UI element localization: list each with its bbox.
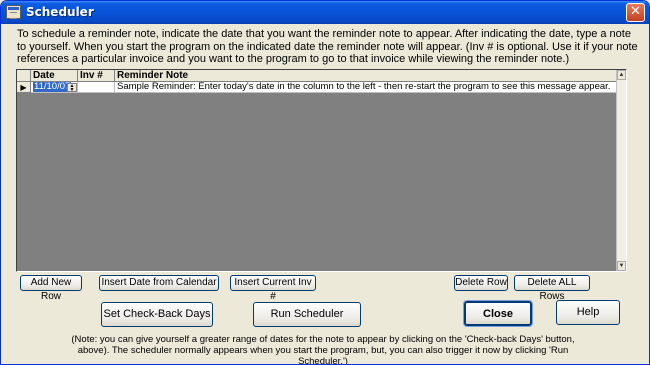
instructions-text: To schedule a reminder note, indicate th…	[17, 28, 638, 65]
header-corner	[17, 70, 31, 82]
delete-row-button[interactable]: Delete Row	[454, 275, 508, 291]
column-header-note[interactable]: Reminder Note	[115, 70, 617, 82]
reminder-grid: Date Inv # Reminder Note ▶ 11/10/07 ▲ ▼ S…	[16, 69, 627, 272]
date-value: 11/10/07	[33, 82, 72, 92]
insert-date-button[interactable]: Insert Date from Calendar	[99, 275, 219, 291]
scheduler-window-icon	[6, 5, 21, 19]
scheduler-window: Scheduler ✕ To schedule a reminder note,…	[0, 0, 650, 365]
note-cell[interactable]: Sample Reminder: Enter today's date in t…	[115, 82, 617, 93]
footer-note: (Note: you can give yourself a greater r…	[71, 334, 575, 365]
scroll-down-arrow-icon[interactable]: ▼	[617, 261, 626, 271]
delete-all-rows-button[interactable]: Delete ALL Rows	[514, 275, 590, 302]
scroll-up-arrow-icon[interactable]: ▲	[617, 70, 626, 80]
close-icon[interactable]: ✕	[626, 3, 645, 22]
close-button[interactable]: Close	[463, 300, 533, 327]
vertical-scrollbar[interactable]: ▲ ▼	[616, 70, 626, 271]
run-scheduler-button[interactable]: Run Scheduler	[253, 302, 361, 327]
inv-cell[interactable]	[78, 82, 115, 93]
add-new-row-button[interactable]: Add New Row	[20, 275, 82, 302]
spinner-icon[interactable]: ▲ ▼	[67, 83, 77, 93]
column-header-inv[interactable]: Inv #	[78, 70, 115, 82]
column-header-date[interactable]: Date	[31, 70, 78, 82]
row-selector-arrow-icon[interactable]: ▶	[17, 82, 31, 93]
insert-inv-button[interactable]: Insert Current Inv #	[230, 275, 316, 302]
title-bar[interactable]: Scheduler ✕	[1, 1, 649, 24]
help-button[interactable]: Help	[556, 300, 620, 325]
set-check-back-days-button[interactable]: Set Check-Back Days	[101, 302, 213, 327]
window-title: Scheduler	[26, 5, 94, 19]
